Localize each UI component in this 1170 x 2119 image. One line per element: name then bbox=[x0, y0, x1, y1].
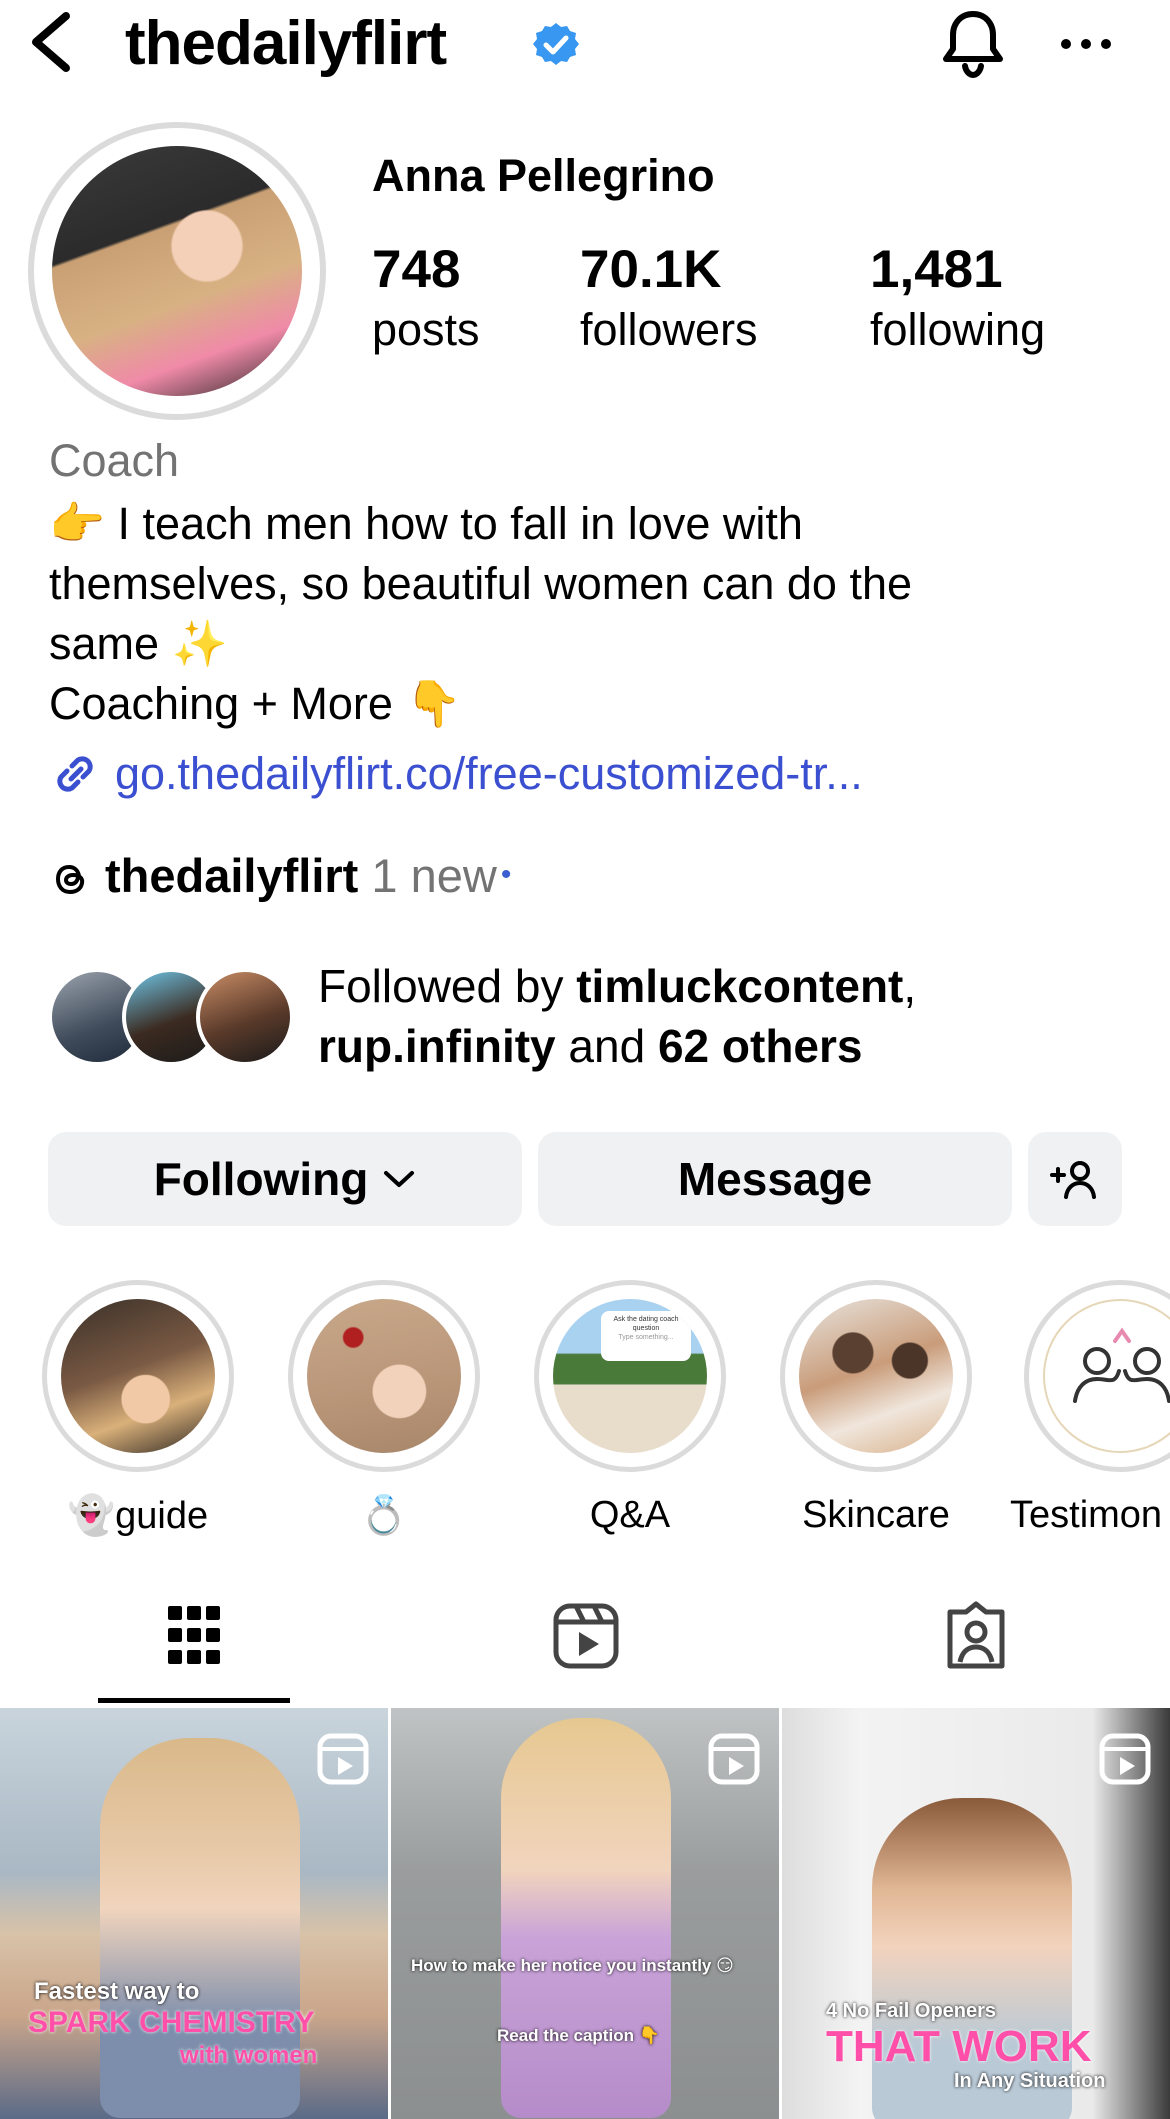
sticker-text: Ask the dating coach bbox=[613, 1316, 679, 1323]
highlight-cover bbox=[61, 1299, 215, 1453]
grid-icon[interactable] bbox=[154, 1600, 234, 1672]
highlight-cover: Ask the dating coach question Type somet… bbox=[553, 1299, 707, 1453]
post-caption: Read the caption 👇 bbox=[497, 2026, 660, 2045]
avatar bbox=[196, 968, 294, 1066]
highlight-cover bbox=[799, 1299, 953, 1453]
back-chevron-icon[interactable] bbox=[22, 10, 82, 74]
highlight-ring bbox=[288, 1280, 480, 1472]
highlight-label: 💍 bbox=[360, 1495, 408, 1537]
more-horizontal-icon[interactable] bbox=[1058, 22, 1114, 66]
stat-followers-count: 70.1K bbox=[580, 240, 722, 299]
profile-full-name: Anna Pellegrino bbox=[372, 150, 715, 201]
add-person-icon bbox=[1050, 1161, 1096, 1199]
bio-link[interactable]: go.thedailyflirt.co/free-customized-tr..… bbox=[49, 748, 863, 800]
bio-line: 👉 I teach men how to fall in love with bbox=[49, 498, 803, 549]
stat-following-count: 1,481 bbox=[870, 240, 1003, 299]
highlight-ring-emoji[interactable]: 💍 bbox=[286, 1280, 482, 1538]
stat-followers-label: followers bbox=[580, 304, 758, 355]
followed-by-user: rup.infinity bbox=[318, 1020, 556, 1072]
threads-icon bbox=[55, 864, 85, 895]
highlight-cover bbox=[307, 1299, 461, 1453]
bio-line: themselves, so beautiful women can do th… bbox=[49, 558, 912, 609]
reel-icon bbox=[708, 1733, 760, 1785]
highlight-label: 👻guide bbox=[67, 1495, 209, 1537]
highlight-label: Testimon bbox=[1010, 1494, 1163, 1536]
stat-posts-label: posts bbox=[372, 304, 480, 355]
profile-category: Coach bbox=[49, 435, 180, 486]
highlight-ring bbox=[780, 1280, 972, 1472]
threads-badge[interactable]: thedailyflirt 1 new • bbox=[49, 848, 511, 903]
question-sticker: Ask the dating coach question Type somet… bbox=[601, 1311, 691, 1361]
followed-by-prefix: Followed by bbox=[318, 960, 577, 1012]
link-icon bbox=[57, 756, 93, 792]
highlight-ring bbox=[42, 1280, 234, 1472]
highlight-label: Q&A bbox=[589, 1494, 671, 1536]
grid-post[interactable]: Fastest way to SPARK CHEMISTRY with wome… bbox=[0, 1708, 388, 2119]
threads-handle: thedailyflirt bbox=[105, 849, 359, 902]
post-caption: SPARK CHEMISTRY bbox=[28, 2006, 315, 2039]
followed-by-avatars[interactable] bbox=[48, 968, 298, 1068]
profile-username: thedailyflirt bbox=[125, 9, 447, 78]
bio-line: Coaching + More 👇 bbox=[49, 678, 462, 729]
verified-badge-icon bbox=[533, 23, 579, 65]
stat-followers[interactable]: 70.1K followers bbox=[580, 240, 758, 358]
bio-link-text: go.thedailyflirt.co/free-customized-tr..… bbox=[115, 748, 863, 799]
followed-by-text[interactable]: Followed by timluckcontent, rup.infinity… bbox=[318, 956, 916, 1076]
highlight-ring bbox=[1024, 1280, 1170, 1472]
bell-icon[interactable] bbox=[938, 8, 1008, 80]
following-button-label: Following bbox=[153, 1153, 369, 1205]
reel-icon bbox=[317, 1733, 369, 1785]
profile-header: thedailyflirt bbox=[0, 0, 1170, 95]
stat-following-label: following bbox=[870, 304, 1046, 355]
post-caption: THAT WORK bbox=[826, 2022, 1092, 2071]
suggest-people-button[interactable] bbox=[1028, 1132, 1122, 1226]
followed-by-connector: and bbox=[555, 1020, 658, 1072]
message-button[interactable]: Message bbox=[538, 1132, 1012, 1226]
post-caption: with women bbox=[180, 2042, 318, 2069]
post-caption: How to make her notice you instantly 😏 bbox=[411, 1956, 734, 1975]
post-subject bbox=[501, 1718, 671, 2118]
post-caption: In Any Situation bbox=[954, 2070, 1106, 2092]
highlight-guide[interactable]: 👻guide bbox=[40, 1280, 236, 1538]
tagged-person-icon[interactable] bbox=[936, 1600, 1016, 1672]
threads-new-dot: • bbox=[500, 858, 512, 891]
followed-by-others: 62 others bbox=[657, 1020, 863, 1072]
message-button-label: Message bbox=[677, 1153, 873, 1205]
bio-line: same ✨ bbox=[49, 618, 228, 669]
reels-icon[interactable] bbox=[546, 1600, 626, 1672]
reel-icon bbox=[1099, 1733, 1151, 1785]
post-caption: 4 No Fail Openers bbox=[826, 2000, 997, 2022]
grid-post[interactable]: 4 No Fail Openers THAT WORK In Any Situa… bbox=[782, 1708, 1170, 2119]
post-caption: Fastest way to bbox=[34, 1978, 200, 2005]
highlight-cover bbox=[1043, 1299, 1170, 1453]
highlight-skincare[interactable]: Skincare bbox=[778, 1280, 974, 1537]
chevron-down-icon bbox=[384, 1171, 415, 1187]
stat-posts-count: 748 bbox=[372, 240, 461, 299]
following-button[interactable]: Following bbox=[48, 1132, 522, 1226]
active-tab-indicator bbox=[98, 1698, 290, 1703]
highlight-qa[interactable]: Ask the dating coach question Type somet… bbox=[532, 1280, 728, 1537]
highlight-testimonials[interactable]: Testimon bbox=[1010, 1280, 1170, 1537]
profile-photo bbox=[52, 146, 302, 396]
profile-avatar[interactable] bbox=[28, 122, 326, 420]
high-five-icon bbox=[1073, 1327, 1170, 1403]
highlight-label: Skincare bbox=[802, 1494, 950, 1536]
highlight-ring: Ask the dating coach question Type somet… bbox=[534, 1280, 726, 1472]
followed-by-user: timluckcontent bbox=[576, 960, 904, 1012]
stat-posts[interactable]: 748 posts bbox=[372, 240, 480, 358]
profile-bio: 👉 I teach men how to fall in love with t… bbox=[49, 494, 1139, 734]
sticker-text: question bbox=[632, 1325, 660, 1332]
followed-by-separator: , bbox=[903, 960, 917, 1012]
threads-new-count: 1 new bbox=[371, 849, 497, 902]
stat-following[interactable]: 1,481 following bbox=[870, 240, 1045, 358]
sticker-placeholder: Type something... bbox=[618, 1334, 674, 1341]
grid-post[interactable]: How to make her notice you instantly 😏 R… bbox=[391, 1708, 779, 2119]
